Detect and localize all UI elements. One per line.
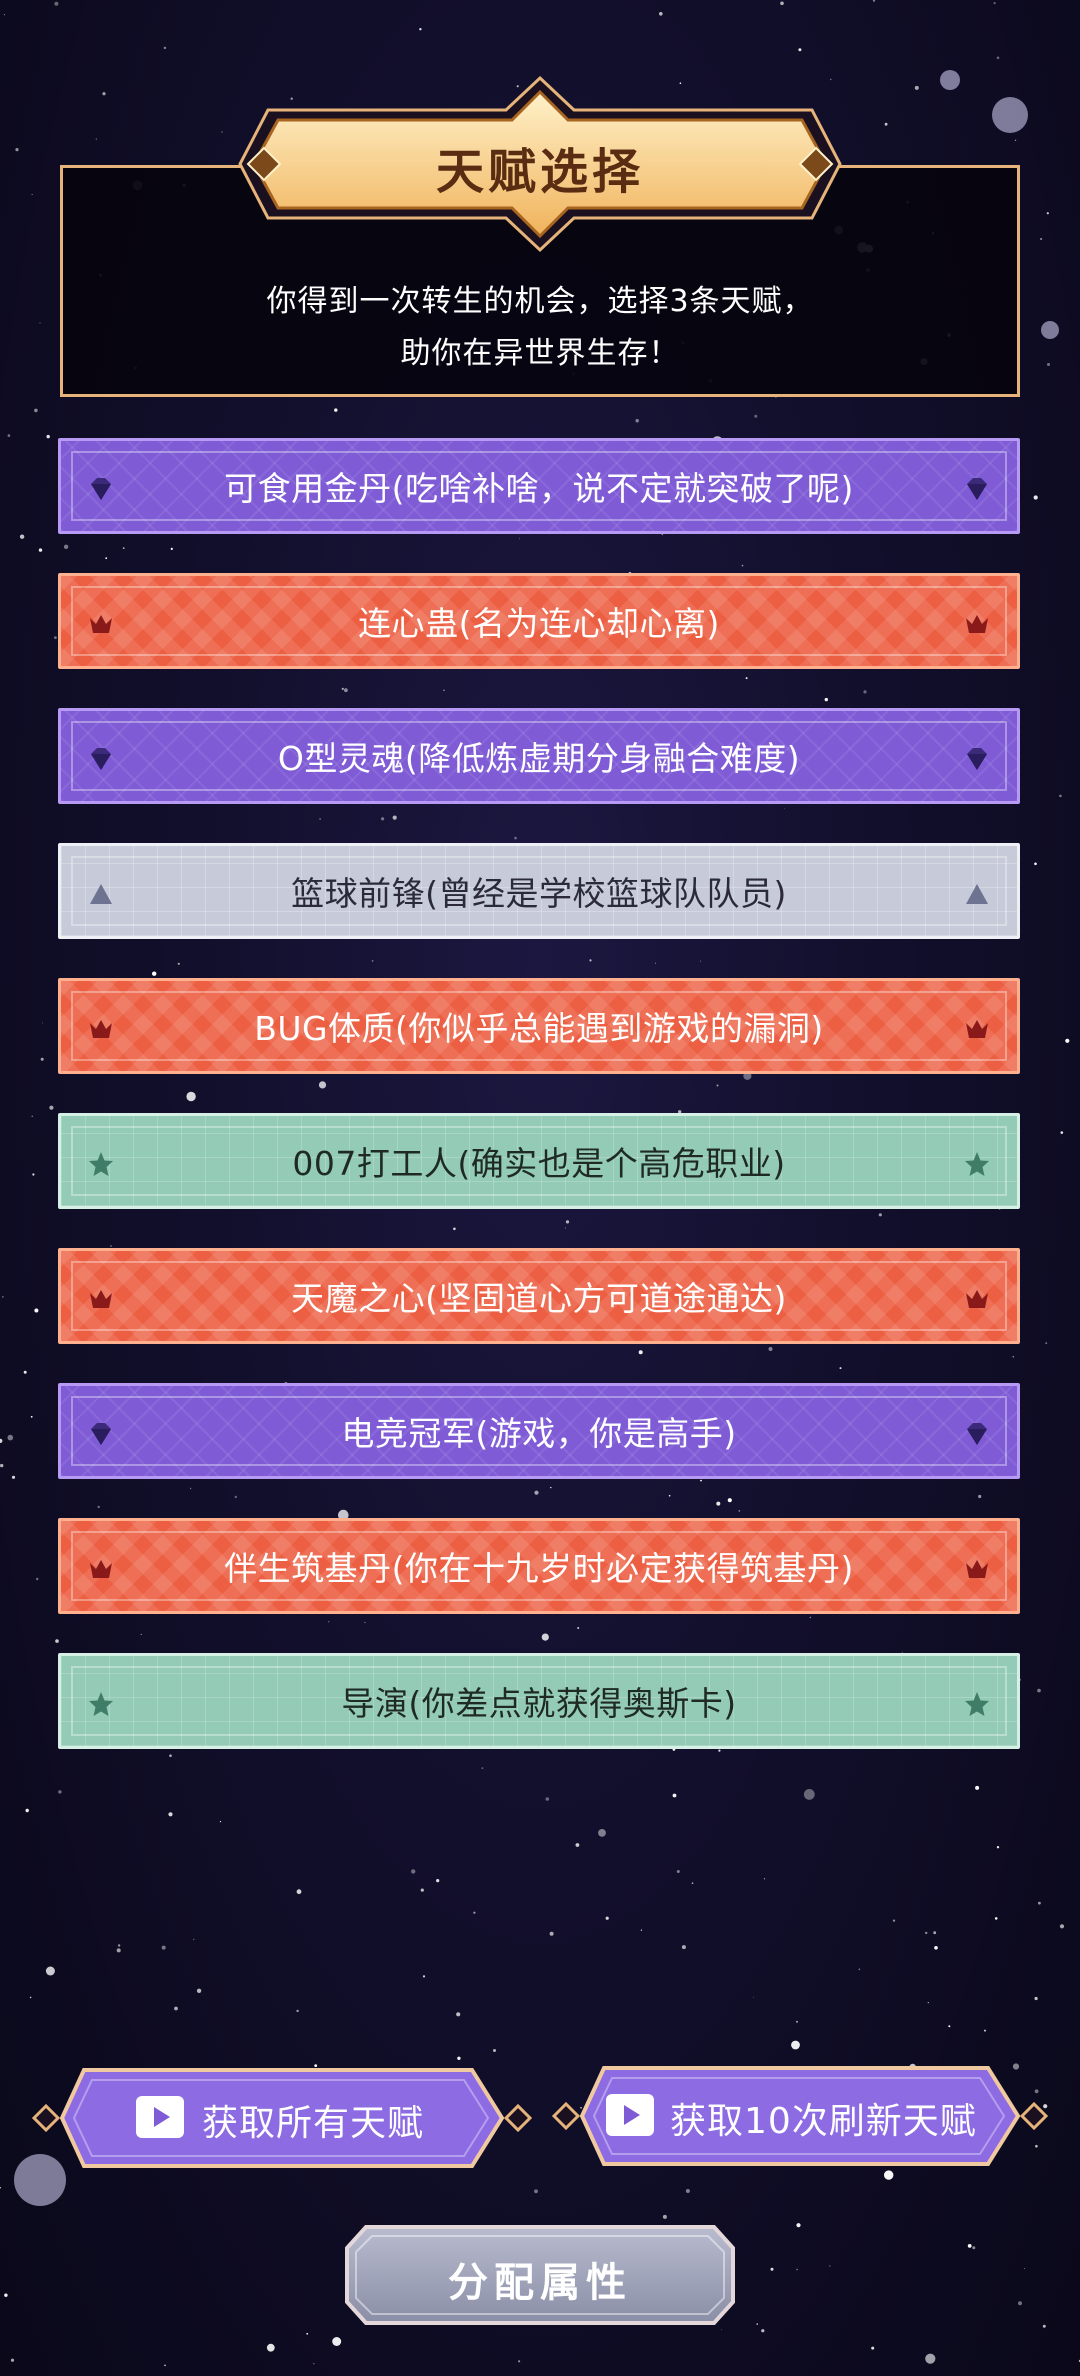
talent-option[interactable]: 可食用金丹(吃啥补啥，说不定就突破了呢) xyxy=(58,438,1020,534)
play-video-icon xyxy=(136,2096,184,2138)
gem-icon xyxy=(963,745,991,773)
star-icon xyxy=(963,1690,991,1718)
page-title: 天赋选择 xyxy=(435,144,644,200)
talent-option[interactable]: 连心蛊(名为连心却心离) xyxy=(58,573,1020,669)
talent-option[interactable]: 007打工人(确实也是个高危职业) xyxy=(58,1113,1020,1209)
triangle-icon xyxy=(87,880,115,908)
play-video-icon xyxy=(606,2094,654,2136)
intro-line-2: 助你在异世界生存！ xyxy=(400,336,680,371)
assign-label: 分配属性 xyxy=(448,2260,632,2306)
talent-label: 007打工人(确实也是个高危职业) xyxy=(292,1144,786,1183)
talent-label: 可食用金丹(吃啥补啥，说不定就突破了呢) xyxy=(224,469,854,508)
crown-icon xyxy=(963,1555,991,1583)
crown-icon xyxy=(963,610,991,638)
crown-icon xyxy=(963,1285,991,1313)
talent-label: BUG体质(你似乎总能遇到游戏的漏洞) xyxy=(254,1009,824,1048)
talent-option[interactable]: BUG体质(你似乎总能遇到游戏的漏洞) xyxy=(58,978,1020,1074)
get-all-label: 获取所有天赋 xyxy=(202,2103,425,2144)
talent-option[interactable]: 篮球前锋(曾经是学校篮球队队员) xyxy=(58,843,1020,939)
talent-option[interactable]: 伴生筑基丹(你在十九岁时必定获得筑基丹) xyxy=(58,1518,1020,1614)
crown-icon xyxy=(87,1285,115,1313)
crown-icon xyxy=(87,1555,115,1583)
talent-option[interactable]: 天魔之心(坚固道心方可道途通达) xyxy=(58,1248,1020,1344)
talent-label: 电竞冠军(游戏，你是高手) xyxy=(341,1414,737,1453)
intro-line-1: 你得到一次转生的机会，选择3条天赋， xyxy=(266,284,814,319)
assign-attributes-button[interactable]: 分配属性 xyxy=(344,2224,736,2326)
gem-icon xyxy=(87,475,115,503)
gem-icon xyxy=(963,475,991,503)
crown-icon xyxy=(87,1015,115,1043)
talent-option[interactable]: 电竞冠军(游戏，你是高手) xyxy=(58,1383,1020,1479)
talent-label: 天魔之心(坚固道心方可道途通达) xyxy=(291,1279,787,1318)
refresh-talents-button[interactable]: 获取10次刷新天赋 xyxy=(552,2064,1048,2168)
crown-icon xyxy=(87,610,115,638)
crown-icon xyxy=(963,1015,991,1043)
star-icon xyxy=(87,1690,115,1718)
talent-option[interactable]: 导演(你差点就获得奥斯卡) xyxy=(58,1653,1020,1749)
gem-icon xyxy=(87,745,115,773)
refresh-label: 获取10次刷新天赋 xyxy=(670,2101,977,2142)
talent-label: 导演(你差点就获得奥斯卡) xyxy=(341,1684,737,1723)
title-banner: 天赋选择 xyxy=(222,74,858,254)
gem-icon xyxy=(963,1420,991,1448)
talent-label: 伴生筑基丹(你在十九岁时必定获得筑基丹) xyxy=(224,1549,854,1588)
star-icon xyxy=(87,1150,115,1178)
gem-icon xyxy=(87,1420,115,1448)
talent-label: 连心蛊(名为连心却心离) xyxy=(358,604,720,643)
triangle-icon xyxy=(963,880,991,908)
talent-option[interactable]: O型灵魂(降低炼虚期分身融合难度) xyxy=(58,708,1020,804)
talent-label: O型灵魂(降低炼虚期分身融合难度) xyxy=(277,739,801,778)
get-all-talents-button[interactable]: 获取所有天赋 xyxy=(32,2066,532,2170)
star-icon xyxy=(963,1150,991,1178)
talent-label: 篮球前锋(曾经是学校篮球队队员) xyxy=(291,874,787,913)
